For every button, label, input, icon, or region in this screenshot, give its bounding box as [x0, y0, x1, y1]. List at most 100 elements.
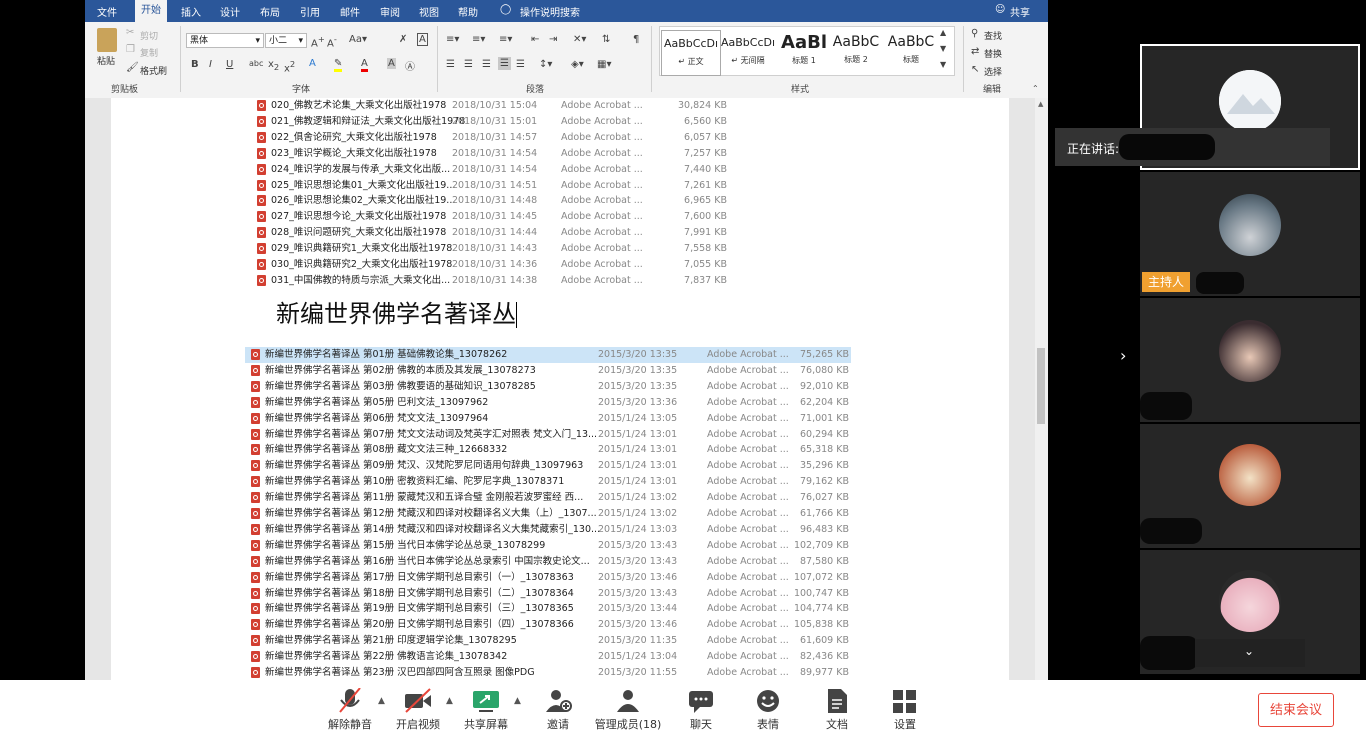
- paste-icon[interactable]: [97, 28, 117, 52]
- divider: [651, 26, 652, 92]
- video-tile-5[interactable]: ⌄: [1140, 550, 1360, 674]
- file-date: 2018/10/31 14:54: [452, 147, 538, 159]
- copy-button[interactable]: 复制: [140, 46, 158, 59]
- align-left-icon[interactable]: ☰: [446, 59, 455, 70]
- file-date: 2015/3/20 13:46: [598, 571, 678, 583]
- line-spacing-icon[interactable]: ↕▾: [539, 59, 552, 70]
- superscript-icon[interactable]: x2: [284, 59, 295, 74]
- collapse-ribbon-icon[interactable]: ⌃: [1032, 84, 1039, 93]
- underline-icon[interactable]: U: [226, 59, 233, 70]
- toolbar-add-user-button[interactable]: 邀请: [518, 688, 598, 732]
- file-name: 024_唯识学的发展与传承_大乘文化出版...: [271, 163, 451, 175]
- bullets-icon[interactable]: ≡▾: [446, 34, 459, 45]
- show-marks-icon[interactable]: ¶: [633, 34, 639, 45]
- font-name-value: 黑体: [190, 36, 209, 46]
- tab-mailings[interactable]: 邮件: [340, 4, 360, 19]
- share-button[interactable]: 共享: [1010, 4, 1030, 19]
- copy-icon: ❐: [126, 44, 135, 55]
- style-heading2[interactable]: AaBbC 标题 2: [827, 30, 885, 74]
- text-effects-icon[interactable]: A: [309, 58, 316, 69]
- collapse-list-button[interactable]: ⌄: [1195, 639, 1305, 667]
- tab-home[interactable]: 开始: [135, 0, 167, 22]
- video-tile-2[interactable]: 主持人: [1140, 172, 1360, 296]
- change-case-icon[interactable]: Aa▾: [349, 34, 367, 45]
- increase-indent-icon[interactable]: ⇥: [549, 34, 557, 45]
- file-name: 新编世界佛学名著译丛 第22册 佛教语言论集_13078342: [265, 651, 508, 663]
- format-painter-button[interactable]: 格式刷: [140, 64, 167, 77]
- tab-insert[interactable]: 插入: [181, 4, 201, 19]
- more-styles-icon[interactable]: ▼: [940, 60, 946, 69]
- find-button[interactable]: 查找: [984, 29, 1002, 42]
- video-tile-3[interactable]: [1140, 298, 1360, 422]
- justify-icon[interactable]: ☰: [498, 57, 511, 70]
- file-name: 新编世界佛学名著译丛 第20册 日文佛学期刊总目索引（四）_13078366: [265, 619, 574, 631]
- style-name: 标题 1: [792, 56, 816, 65]
- style-heading1[interactable]: AaBl 标题 1: [775, 30, 833, 74]
- paste-button[interactable]: 粘贴: [97, 54, 115, 67]
- char-border-icon[interactable]: A: [417, 33, 428, 46]
- tab-review[interactable]: 审阅: [380, 4, 400, 19]
- tab-references[interactable]: 引用: [300, 4, 320, 19]
- font-size-select[interactable]: 小二 ▾: [265, 33, 307, 48]
- select-button[interactable]: 选择: [984, 65, 1002, 78]
- end-meeting-button[interactable]: 结束会议: [1258, 693, 1334, 727]
- numbering-icon[interactable]: ≡▾: [472, 34, 485, 45]
- strikethrough-icon[interactable]: abc: [249, 59, 263, 68]
- toolbar-members-button[interactable]: 管理成员(18): [588, 688, 668, 732]
- document-page[interactable]: 020_佛教艺术论集_大乘文化出版社1978 2018/10/31 15:04 Ad…: [111, 98, 1009, 680]
- format-painter-icon: 🖌: [126, 62, 139, 73]
- cut-button[interactable]: 剪切: [140, 29, 158, 42]
- toolbar-settings-button[interactable]: 设置: [865, 688, 945, 732]
- tab-layout[interactable]: 布局: [260, 4, 280, 19]
- style-name: ↵ 正文: [678, 57, 704, 66]
- vertical-scrollbar[interactable]: ▲: [1035, 98, 1048, 680]
- align-center-icon[interactable]: ☰: [464, 59, 473, 70]
- tab-view[interactable]: 视图: [419, 4, 439, 19]
- page-heading[interactable]: 新编世界佛学名著译丛: [276, 294, 517, 329]
- scrollbar-thumb[interactable]: [1037, 348, 1045, 424]
- bold-icon[interactable]: B: [191, 59, 199, 70]
- clear-format-icon[interactable]: ✗: [399, 34, 407, 45]
- file-name: 新编世界佛学名著译丛 第12册 梵藏汉和四译对校翻译名义大集（上）_1307..…: [265, 508, 597, 519]
- scroll-down-icon[interactable]: ▼: [940, 44, 946, 53]
- tab-file[interactable]: 文件: [97, 4, 117, 19]
- align-right-icon[interactable]: ☰: [482, 59, 491, 70]
- char-shading-icon[interactable]: A: [387, 58, 396, 69]
- font-color-icon[interactable]: A: [361, 58, 368, 72]
- borders-icon[interactable]: ▦▾: [597, 59, 611, 70]
- multilevel-list-icon[interactable]: ≡▾: [499, 34, 512, 45]
- subscript-icon[interactable]: x2: [268, 59, 279, 72]
- decrease-indent-icon[interactable]: ⇤: [531, 34, 539, 45]
- file-size: 7,257 KB: [684, 147, 727, 159]
- file-size: 7,261 KB: [684, 179, 727, 191]
- enclose-char-icon[interactable]: Ⓐ: [405, 58, 415, 73]
- grow-font-icon[interactable]: A+: [311, 34, 325, 49]
- sort-icon[interactable]: ⇅: [602, 34, 610, 45]
- chinese-layout-icon[interactable]: ✕▾: [573, 34, 586, 45]
- file-name: 028_唯识问题研究_大乘文化出版社1978: [271, 227, 447, 239]
- shading-icon[interactable]: ◈▾: [571, 59, 584, 70]
- font-name-select[interactable]: 黑体 ▾: [186, 33, 264, 48]
- scroll-up-icon[interactable]: ▲: [940, 28, 946, 37]
- divider: [180, 26, 181, 92]
- chevron-right-icon[interactable]: ›: [1120, 346, 1126, 365]
- toolbar-emoji-button[interactable]: 表情: [728, 688, 808, 732]
- highlight-icon[interactable]: ✎: [334, 58, 343, 72]
- scroll-up-arrow-icon[interactable]: ▲: [1038, 100, 1043, 108]
- file-type: Adobe Acrobat ...: [561, 100, 643, 111]
- tell-me-search[interactable]: 操作说明搜索: [520, 4, 580, 19]
- tab-design[interactable]: 设计: [220, 4, 240, 19]
- file-size: 89,977 KB: [799, 667, 849, 678]
- tab-help[interactable]: 帮助: [458, 4, 478, 19]
- style-no-spacing[interactable]: AaBbCcDı ↵ 无间隔: [719, 30, 777, 74]
- toolbar-share-screen-button[interactable]: 共享屏幕: [446, 688, 526, 732]
- shrink-font-icon[interactable]: A-: [327, 34, 337, 49]
- video-tile-4[interactable]: [1140, 424, 1360, 548]
- italic-icon[interactable]: I: [209, 59, 212, 70]
- style-normal[interactable]: AaBbCcDı ↵ 正文: [661, 30, 721, 76]
- replace-button[interactable]: 替换: [984, 47, 1002, 60]
- style-title[interactable]: AaBbC 标题: [882, 30, 940, 74]
- file-date: 2015/3/20 13:35: [598, 349, 678, 360]
- file-size: 62,204 KB: [799, 396, 849, 408]
- distributed-icon[interactable]: ☰: [516, 59, 525, 70]
